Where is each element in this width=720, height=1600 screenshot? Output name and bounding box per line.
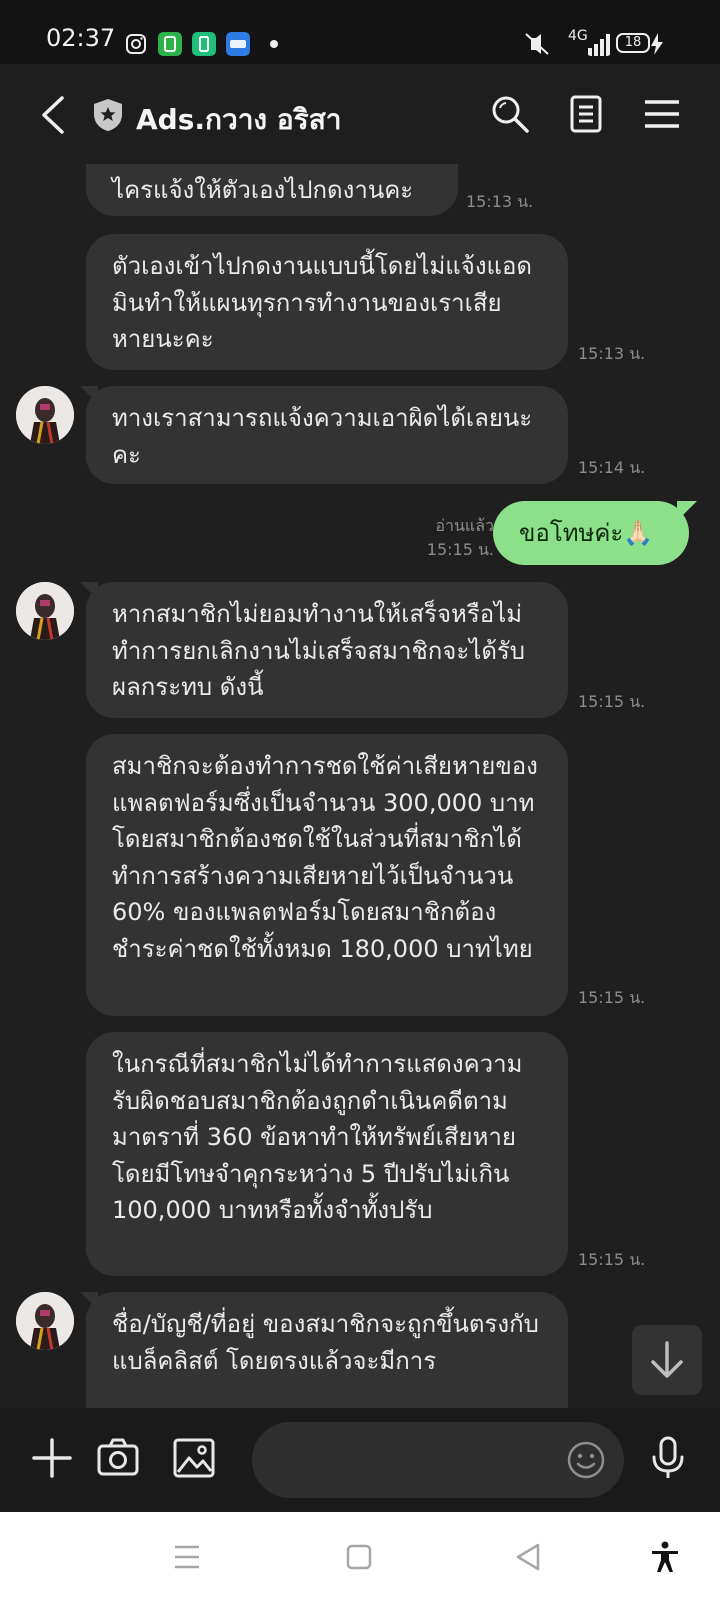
notes-icon[interactable] bbox=[566, 94, 606, 134]
message-bubble[interactable]: หากสมาชิกไม่ยอมทำงานให้เสร็จหรือไม่ทำการ… bbox=[80, 582, 568, 718]
shield-icon bbox=[94, 99, 122, 131]
avatar[interactable] bbox=[16, 1292, 74, 1350]
message-bubble[interactable]: ทางเราสามารถแจ้งความเอาผิดได้เลยนะคะ bbox=[80, 386, 568, 484]
home-icon[interactable] bbox=[342, 1540, 376, 1574]
message-time: 15:13 น. bbox=[466, 192, 534, 211]
image-icon[interactable] bbox=[172, 1436, 216, 1480]
avatar-image bbox=[16, 386, 74, 444]
back-nav-icon[interactable] bbox=[512, 1540, 546, 1574]
accessibility-icon[interactable] bbox=[648, 1540, 682, 1574]
status-bar: 02:37 4G 18 bbox=[0, 0, 720, 64]
read-receipt: อ่านแล้ว bbox=[435, 516, 494, 535]
avatar-image bbox=[16, 582, 74, 640]
message-bubble[interactable]: สมาชิกจะต้องทำการชดใช้ค่าเสียหายของแพลตฟ… bbox=[86, 734, 568, 1016]
message-text: ในกรณีที่สมาชิกไม่ได้ทำการแสดงความรับผิด… bbox=[112, 1050, 523, 1224]
message-bubble[interactable]: ในกรณีที่สมาชิกไม่ได้ทำการแสดงความรับผิด… bbox=[86, 1032, 568, 1276]
message-text: สมาชิกจะต้องทำการชดใช้ค่าเสียหายของแพลตฟ… bbox=[112, 752, 538, 963]
message-input-bar bbox=[0, 1408, 720, 1512]
message-text: ชื่อ/บัญชี/ที่อยู่ ของสมาชิกจะถูกขึ้นตรง… bbox=[112, 1310, 539, 1375]
avatar-image bbox=[16, 1292, 74, 1350]
battery-level: 18 bbox=[616, 33, 650, 53]
avatar[interactable] bbox=[16, 582, 74, 640]
message-text: หากสมาชิกไม่ยอมทำงานให้เสร็จหรือไม่ทำการ… bbox=[112, 600, 526, 701]
message-time: 15:14 น. bbox=[578, 458, 646, 477]
network-type: 4G bbox=[568, 28, 588, 44]
arrow-down-icon bbox=[651, 1341, 683, 1378]
back-icon[interactable] bbox=[36, 94, 72, 136]
charging-icon bbox=[651, 33, 663, 55]
message-text: ตัวเองเข้าไปกดงานแบบนี้โดยไม่แจ้งแอดมินท… bbox=[112, 252, 532, 353]
scroll-down-button[interactable] bbox=[632, 1325, 702, 1395]
microphone-icon[interactable] bbox=[646, 1436, 690, 1480]
battery-saver-icon bbox=[192, 32, 216, 56]
message-list[interactable]: ไครแจ้งให้ตัวเองไปกดงานคะ 15:13 น. ตัวเอ… bbox=[0, 164, 720, 1408]
signal-icon bbox=[588, 34, 610, 56]
message-time: 15:15 น. bbox=[578, 988, 646, 1007]
app-icon-green bbox=[158, 32, 182, 56]
plus-icon[interactable] bbox=[30, 1436, 74, 1480]
menu-icon[interactable] bbox=[642, 94, 682, 134]
message-text: ขอโทษค่ะ🙏🏻 bbox=[519, 519, 654, 547]
chat-header: Ads.กวาง อริสา bbox=[0, 64, 720, 164]
instagram-icon bbox=[126, 34, 146, 54]
message-time: 15:15 น. bbox=[578, 692, 646, 711]
message-time: 15:15 น. bbox=[578, 1250, 646, 1269]
message-bubble-mine[interactable]: ขอโทษค่ะ🙏🏻 bbox=[493, 501, 697, 565]
camera-icon[interactable] bbox=[96, 1436, 140, 1480]
message-bubble[interactable]: ไครแจ้งให้ตัวเองไปกดงานคะ bbox=[86, 164, 458, 216]
notification-dot bbox=[270, 40, 278, 48]
message-time: 15:13 น. bbox=[578, 344, 646, 363]
message-text: ทางเราสามารถแจ้งความเอาผิดได้เลยนะคะ bbox=[112, 404, 533, 469]
message-time: 15:15 น. bbox=[426, 540, 494, 559]
message-bubble[interactable]: ตัวเองเข้าไปกดงานแบบนี้โดยไม่แจ้งแอดมินท… bbox=[86, 234, 568, 370]
mute-icon bbox=[525, 33, 549, 55]
avatar[interactable] bbox=[16, 386, 74, 444]
emoji-icon[interactable] bbox=[566, 1440, 606, 1480]
noveltoon-icon bbox=[226, 32, 250, 56]
message-bubble[interactable]: ชื่อ/บัญชี/ที่อยู่ ของสมาชิกจะถูกขึ้นตรง… bbox=[80, 1292, 568, 1408]
search-icon[interactable] bbox=[490, 94, 530, 134]
status-time: 02:37 bbox=[46, 24, 116, 52]
message-text: ไครแจ้งให้ตัวเองไปกดงานคะ bbox=[112, 176, 414, 204]
chat-title: Ads.กวาง อริสา bbox=[136, 103, 342, 136]
recent-apps-icon[interactable] bbox=[170, 1540, 204, 1574]
system-nav-bar bbox=[0, 1512, 720, 1600]
